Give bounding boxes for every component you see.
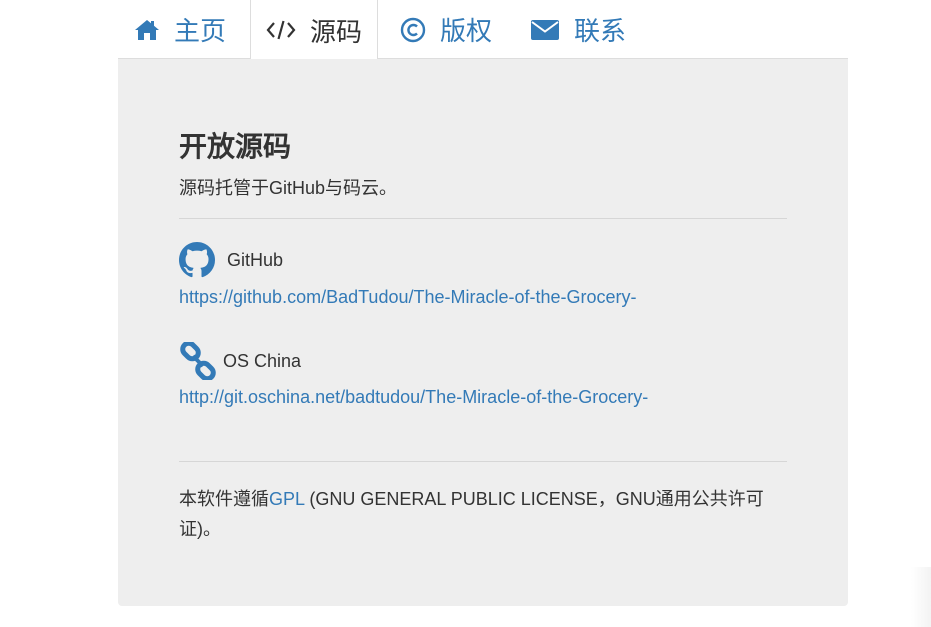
license-prefix: 本软件遵循 (179, 489, 269, 509)
repo-github-name: GitHub (227, 249, 284, 270)
gpl-link[interactable]: GPL (269, 489, 304, 509)
license-text: 本软件遵循GPL (GNU GENERAL PUBLIC LICENSE，GNU… (179, 484, 794, 544)
repo-oschina-heading: OS China (179, 342, 301, 380)
repo-oschina-name: OS China (223, 350, 302, 371)
divider (179, 461, 787, 462)
github-icon (179, 242, 215, 278)
page-subtitle: 源码托管于GitHub与码云。 (179, 178, 398, 198)
corner-shadow (911, 567, 931, 627)
page-title: 开放源码 (179, 131, 292, 162)
tab-contact[interactable]: 联系 (530, 0, 626, 59)
tab-source[interactable]: 源码 (250, 0, 379, 60)
repo-github-heading: GitHub (179, 242, 283, 278)
tab-home[interactable]: 主页 (134, 0, 226, 59)
nav-tabs: 主页 源码 版权 联系 (118, 0, 848, 60)
envelope-icon (530, 19, 560, 41)
tab-source-label: 源码 (310, 16, 363, 47)
page: 主页 源码 版权 联系 开放源码 源码托管于GitHub与码云。 GitHub … (0, 0, 931, 627)
code-icon (266, 19, 296, 41)
divider (179, 218, 787, 219)
oschina-repo-link[interactable]: http://git.oschina.net/badtudou/The-Mira… (179, 387, 648, 408)
copyright-icon (400, 17, 426, 43)
link-icon (179, 342, 217, 380)
tab-home-label: 主页 (174, 16, 227, 46)
tab-copyright[interactable]: 版权 (400, 0, 492, 59)
tab-copyright-label: 版权 (440, 16, 493, 46)
source-panel: 开放源码 源码托管于GitHub与码云。 GitHub https://gith… (118, 59, 848, 606)
github-repo-link[interactable]: https://github.com/BadTudou/The-Miracle-… (179, 287, 637, 308)
home-icon (134, 19, 160, 41)
tab-contact-label: 联系 (574, 16, 627, 46)
